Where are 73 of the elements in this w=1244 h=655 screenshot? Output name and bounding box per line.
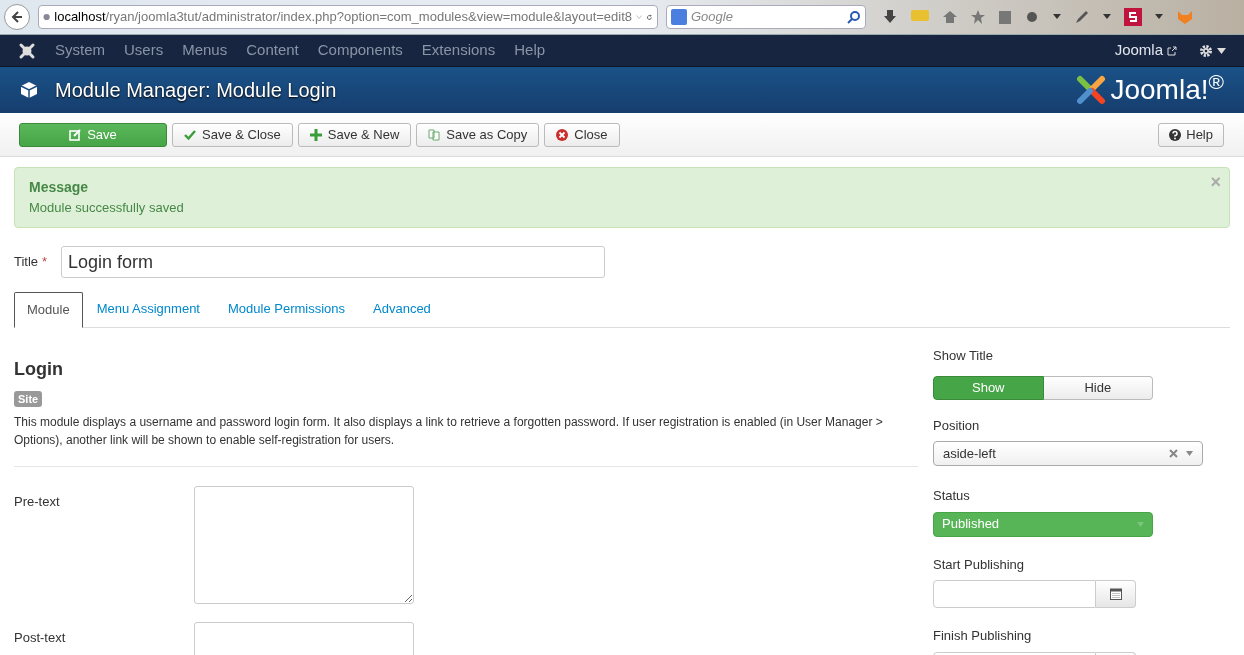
menu-item[interactable]: System (55, 39, 105, 62)
toolbar-button[interactable]: Close (544, 122, 620, 147)
search-icon[interactable] (847, 10, 861, 24)
toolbar-button[interactable]: Save & Close (172, 122, 293, 147)
caret-icon (1186, 451, 1193, 456)
tab[interactable]: Advanced (359, 291, 445, 327)
download-icon[interactable] (882, 9, 898, 25)
search-placeholder: Google (691, 8, 734, 27)
settings-icon (1199, 43, 1213, 58)
menu-item[interactable]: Menus (182, 39, 228, 62)
field-label: Finish Publishing (933, 627, 1033, 645)
field-label: Show Title (933, 347, 994, 365)
badge: Site (14, 391, 43, 407)
message-heading: Message (29, 178, 90, 197)
pen-icon[interactable] (1074, 9, 1090, 25)
check-icon (184, 128, 196, 141)
edit-icon (69, 128, 82, 141)
toolbar-button[interactable]: Save & New (297, 122, 412, 147)
logo-icon[interactable] (18, 41, 36, 60)
copy-icon (428, 128, 441, 141)
message-text: Module successfully saved (29, 199, 185, 217)
menu-item[interactable]: Content (246, 39, 299, 62)
caret-icon (1137, 521, 1144, 527)
url-text: localhost/ryan/joomla3tut/administrator/index.php?option=com_modules&view=module&layout=edit8 (54, 8, 633, 27)
title-label: Title (14, 253, 39, 271)
module-description: This module displays a username and password login form. It also displays a link to retrieve a forgotten password. If user registration is enabled (in User Manager > Options), another link will be shown to enable self-registration for users. (14, 414, 884, 449)
field-label: Position (933, 416, 981, 435)
caret-icon[interactable] (1102, 13, 1112, 21)
caret-icon (1217, 47, 1226, 54)
help-button[interactable]: Help (1158, 122, 1224, 147)
help-icon (1169, 128, 1182, 141)
tab[interactable]: Module Permissions (214, 291, 360, 327)
star-icon[interactable] (970, 9, 986, 25)
calendar-icon (1109, 588, 1122, 600)
field-label: Pre-text (14, 493, 61, 511)
address-bar[interactable]: localhost/ryan/joomla3tut/administrator/index.php?option=com_modules&view=module&layout=edit8 (38, 5, 658, 29)
field-label: Start Publishing (933, 555, 1026, 574)
back-button[interactable] (4, 4, 30, 30)
menu-item[interactable]: Extensions (421, 39, 496, 62)
back-arrow-icon (10, 10, 24, 24)
menu-item[interactable]: Components (317, 39, 403, 62)
toolbar-button[interactable]: Save as Copy (416, 122, 540, 147)
close-icon (556, 128, 569, 141)
toggle-option[interactable]: Hide (1043, 375, 1153, 400)
position-select[interactable]: aside-left (933, 441, 1203, 466)
home-icon[interactable] (942, 9, 958, 25)
menu-item[interactable]: Help (514, 39, 546, 62)
brand-wordmark: Joomla!$^{®}$ (1110, 76, 1224, 104)
field-label: Post-text (14, 629, 67, 647)
field-label: Status (933, 487, 971, 505)
caret-icon[interactable] (1052, 13, 1062, 21)
settings-menu-button[interactable] (1199, 43, 1226, 58)
joomla-logo-icon (1076, 75, 1107, 105)
module-name: Login (14, 358, 64, 381)
calendar-button[interactable] (1096, 580, 1136, 608)
external-link-icon (1167, 45, 1177, 56)
search-field[interactable]: Google (666, 5, 866, 29)
plus-icon (309, 128, 322, 141)
tab[interactable]: Module (14, 292, 83, 328)
clear-icon[interactable] (1169, 449, 1178, 458)
addon-icon[interactable] (1124, 8, 1142, 26)
page-title: Module Manager: Module Login (55, 78, 337, 103)
site-link[interactable]: Joomla (1114, 39, 1177, 62)
cube-icon (20, 81, 38, 99)
status-select[interactable]: Published (933, 511, 1153, 537)
date-field[interactable] (933, 580, 1096, 608)
caret-icon[interactable] (1154, 13, 1164, 21)
save-button[interactable]: Save (19, 122, 167, 147)
required-mark: * (42, 253, 48, 271)
toggle-option[interactable]: Show (933, 375, 1044, 400)
menu-item[interactable]: Users (124, 39, 164, 62)
title-field[interactable]: Login form (61, 246, 605, 278)
tab[interactable]: Menu Assignment (82, 291, 214, 327)
